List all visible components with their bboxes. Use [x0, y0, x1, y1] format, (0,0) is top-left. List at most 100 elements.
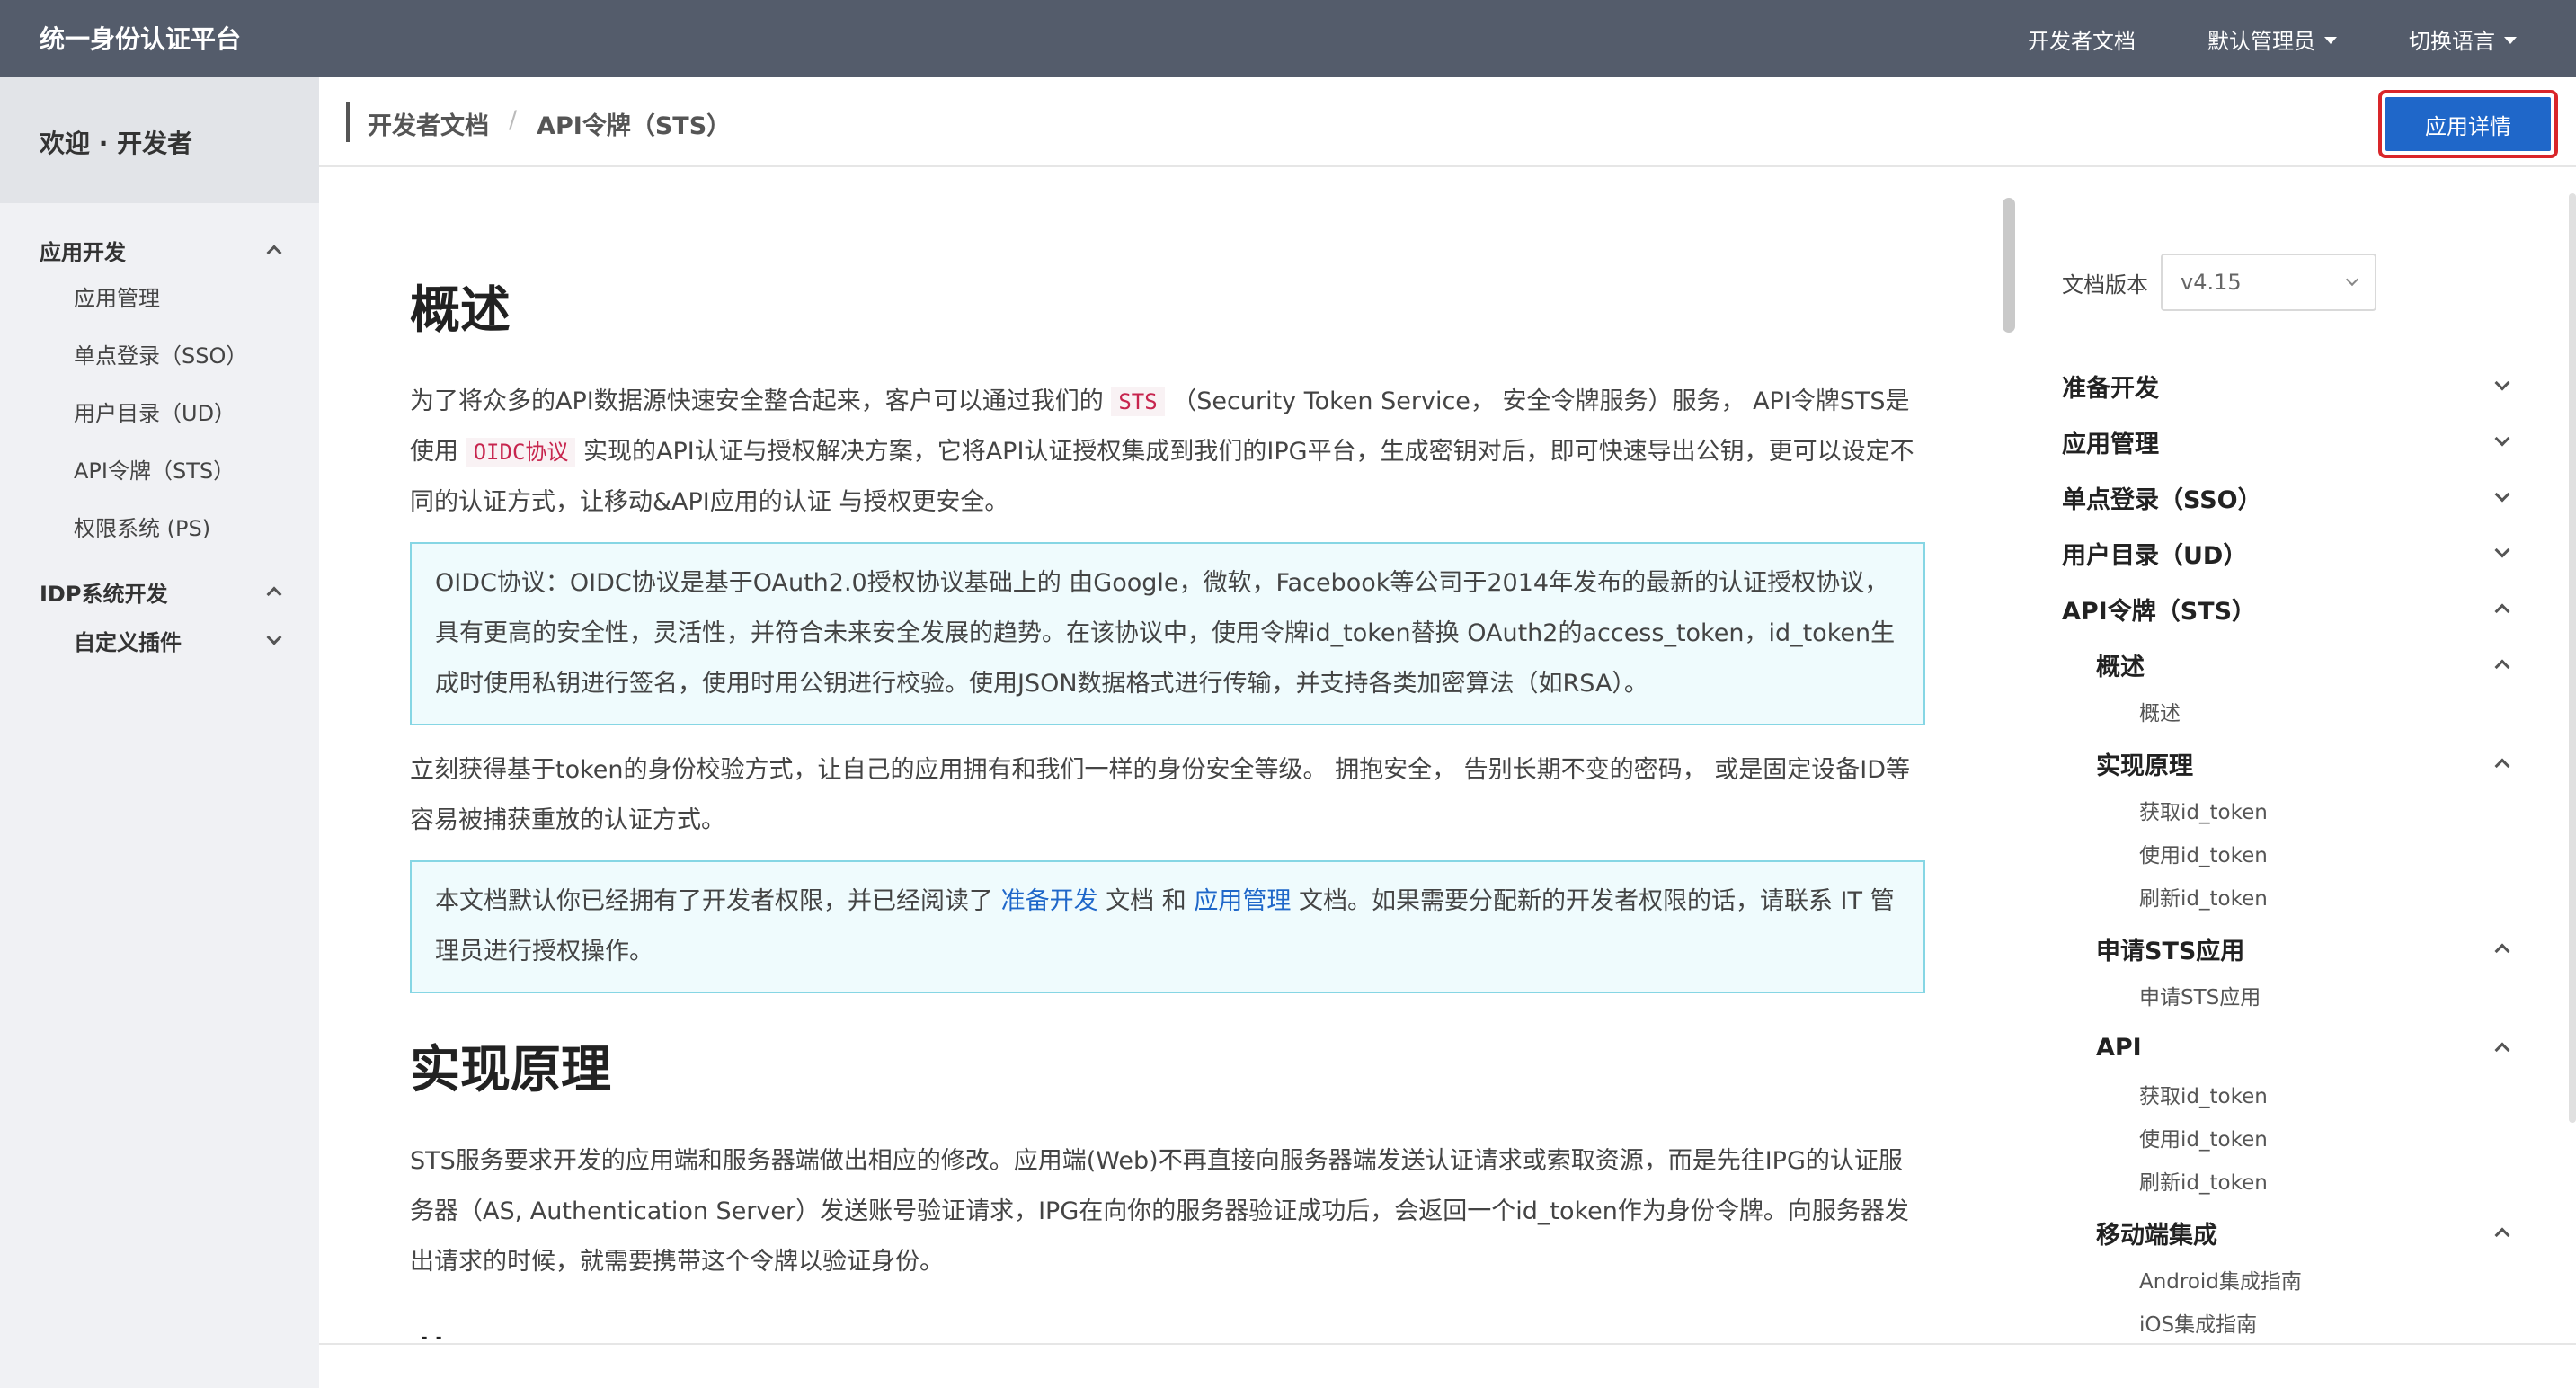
version-label: 文档版本 — [2062, 271, 2148, 298]
chevron-down-icon — [2494, 542, 2510, 558]
chevron-up-icon — [2494, 1227, 2510, 1243]
sidebar-item-app-management[interactable]: 应用管理 — [40, 270, 280, 327]
language-switch-label: 切换语言 — [2409, 29, 2495, 54]
toc-label: 移动端集成 — [2096, 1221, 2217, 1250]
page-scrollbar[interactable] — [2569, 193, 2576, 1123]
admin-menu[interactable]: 默认管理员 — [2207, 23, 2337, 55]
principle-paragraph: STS服务要求开发的应用端和服务器端做出相应的修改。应用端(Web)不再直接向服… — [410, 1147, 1909, 1276]
toc-item-ud[interactable]: 用户目录（UD） — [2062, 525, 2520, 581]
toc-label: 应用管理 — [2062, 430, 2159, 458]
chevron-up-icon — [266, 245, 282, 261]
breadcrumb: 开发者文档 / API令牌（STS） — [368, 106, 731, 141]
admin-menu-label: 默认管理员 — [2207, 29, 2315, 54]
sidebar-group-header-idp-dev[interactable]: IDP系统开发 — [40, 572, 282, 611]
sidebar-item-ps[interactable]: 权限系统 (PS) — [40, 500, 280, 557]
link-prepare-dev[interactable]: 准备开发 — [1001, 887, 1098, 915]
toc-label: 实现原理 — [2096, 752, 2193, 780]
bottom-divider — [319, 1343, 2576, 1345]
chevron-down-icon — [2494, 431, 2510, 447]
toc-leaf[interactable]: 刷新id_token — [2062, 877, 2520, 921]
toc-section-api[interactable]: API — [2062, 1019, 2520, 1075]
top-navbar: 统一身份认证平台 开发者文档 默认管理员 切换语言 — [0, 0, 2576, 77]
toc-label: 准备开发 — [2062, 374, 2159, 403]
sidebar-item-ud[interactable]: 用户目录（UD） — [40, 385, 280, 442]
breadcrumb-root[interactable]: 开发者文档 — [368, 106, 489, 141]
inline-code: STS — [1111, 387, 1165, 416]
toc-leaf[interactable]: 概述 — [2062, 692, 2520, 735]
content-scrollbar[interactable] — [2003, 198, 2015, 333]
notice-permission: 本文档默认你已经拥有了开发者权限，并已经阅读了 准备开发 文档 和 应用管理 文… — [410, 860, 1925, 993]
section-title-get-token: 获取 id_token — [410, 1323, 1925, 1339]
doc-content: 概述 为了将众多的API数据源快速安全整合起来，客户可以通过我们的 STS （S… — [410, 270, 1925, 1339]
toc-label: 概述 — [2096, 653, 2145, 681]
chevron-down-icon — [2494, 375, 2510, 391]
chevron-up-icon — [2494, 603, 2510, 619]
toc-item-sts[interactable]: API令牌（STS） — [2062, 581, 2520, 636]
toc-item-app-management[interactable]: 应用管理 — [2062, 414, 2520, 469]
notice-text: 本文档默认你已经拥有了开发者权限，并已经阅读了 — [435, 887, 993, 915]
toc-section-principle[interactable]: 实现原理 — [2062, 735, 2520, 791]
token-paragraph: 立刻获得基于token的身份校验方式，让自己的应用拥有和我们一样的身份安全等级。… — [410, 756, 1911, 834]
sidebar-group-label: IDP系统开发 — [40, 581, 168, 607]
toc-section-apply-sts[interactable]: 申请STS应用 — [2062, 921, 2520, 976]
sidebar-group-label: 应用开发 — [40, 239, 126, 265]
sidebar-subgroup-custom-plugin[interactable]: 自定义插件 — [40, 611, 282, 669]
overview-paragraph: 为了将众多的API数据源快速安全整合起来，客户可以通过我们的 STS （Secu… — [410, 377, 1925, 528]
chevron-down-icon — [266, 629, 282, 645]
breadcrumb-marker — [346, 102, 350, 142]
toc-label: API令牌（STS） — [2062, 597, 2257, 626]
version-row: 文档版本 v4.15 — [2062, 254, 2520, 311]
breadcrumb-bar: 开发者文档 / API令牌（STS） 应用详情 — [319, 77, 2576, 167]
toc-leaf[interactable]: 获取id_token — [2062, 791, 2520, 834]
section-title-overview: 概述 — [410, 281, 511, 340]
notice-oidc: OIDC协议：OIDC协议是基于OAuth2.0授权协议基础上的 由Google… — [410, 542, 1925, 725]
app-detail-button[interactable]: 应用详情 — [2385, 97, 2551, 151]
toc-label: 申请STS应用 — [2096, 937, 2245, 965]
sidebar-item-sso[interactable]: 单点登录（SSO） — [40, 327, 280, 385]
toc-leaf[interactable]: 获取id_token — [2062, 1075, 2520, 1118]
toc-leaf[interactable]: 刷新id_token — [2062, 1161, 2520, 1205]
developer-docs-label: 开发者文档 — [2028, 29, 2136, 54]
table-of-contents: 文档版本 v4.15 准备开发 应用管理 单点登录（SSO） 用户目录（UD） … — [2062, 254, 2520, 1347]
chevron-up-icon — [2494, 758, 2510, 774]
toc-label: 单点登录（SSO） — [2062, 485, 2262, 514]
sidebar-subgroup-label: 自定义插件 — [74, 629, 182, 655]
toc-item-sso[interactable]: 单点登录（SSO） — [2062, 469, 2520, 525]
link-app-management[interactable]: 应用管理 — [1194, 887, 1291, 915]
language-switch[interactable]: 切换语言 — [2409, 23, 2517, 55]
toc-section-overview[interactable]: 概述 — [2062, 636, 2520, 692]
developer-docs-link[interactable]: 开发者文档 — [2028, 23, 2136, 55]
sidebar-group-idp-dev: IDP系统开发 自定义插件 — [0, 572, 319, 669]
chevron-down-icon — [2345, 272, 2359, 287]
notice-text: 文档 和 — [1106, 887, 1186, 915]
toc-label: API — [2096, 1033, 2142, 1062]
caret-down-icon — [2324, 37, 2337, 44]
chevron-up-icon — [2494, 1042, 2510, 1058]
sidebar-group-header-app-dev[interactable]: 应用开发 — [40, 230, 282, 270]
breadcrumb-current: API令牌（STS） — [537, 112, 732, 140]
inline-code: OIDC协议 — [466, 438, 576, 467]
version-value: v4.15 — [2181, 270, 2242, 295]
chevron-up-icon — [2494, 659, 2510, 675]
toc-leaf[interactable]: iOS集成指南 — [2062, 1303, 2520, 1347]
app-title[interactable]: 统一身份认证平台 — [40, 20, 241, 56]
toc-leaf[interactable]: 申请STS应用 — [2062, 976, 2520, 1019]
para-text: 为了将众多的API数据源快速安全整合起来，客户可以通过我们的 — [410, 387, 1104, 415]
welcome-banner: 欢迎 · 开发者 — [0, 77, 319, 203]
top-nav: 开发者文档 默认管理员 切换语言 — [2028, 23, 2517, 55]
toc-item-prepare[interactable]: 准备开发 — [2062, 358, 2520, 414]
app-detail-button-highlight: 应用详情 — [2378, 90, 2558, 158]
chevron-down-icon — [2494, 486, 2510, 503]
toc-label: 用户目录（UD） — [2062, 541, 2248, 570]
section-title-principle: 实现原理 — [410, 1041, 611, 1099]
chevron-up-icon — [2494, 943, 2510, 959]
toc-section-mobile[interactable]: 移动端集成 — [2062, 1205, 2520, 1260]
version-select[interactable]: v4.15 — [2161, 254, 2376, 311]
sidebar-item-sts[interactable]: API令牌（STS） — [40, 442, 280, 500]
toc-leaf[interactable]: 使用id_token — [2062, 834, 2520, 877]
caret-down-icon — [2504, 37, 2517, 44]
toc-leaf[interactable]: Android集成指南 — [2062, 1260, 2520, 1303]
toc-leaf[interactable]: 使用id_token — [2062, 1118, 2520, 1161]
para-text: 实现的API认证与授权解决方案，它将API认证授权集成到我们的IPG平台，生成密… — [410, 438, 1914, 516]
breadcrumb-separator: / — [509, 106, 518, 134]
